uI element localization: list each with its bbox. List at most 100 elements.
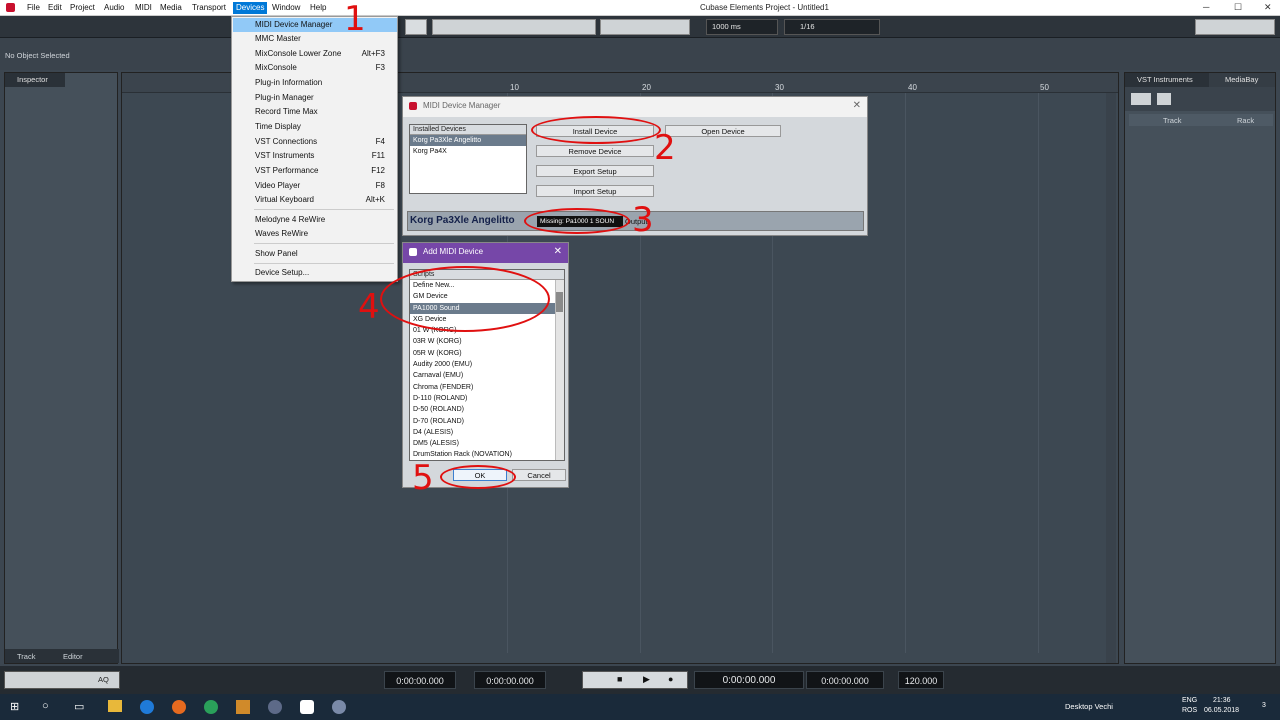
lang-eng[interactable]: ENG — [1182, 697, 1197, 704]
maximize-icon[interactable]: ☐ — [1234, 2, 1242, 13]
list-item[interactable]: DM5 (ALESIS) — [410, 438, 564, 449]
import-setup-button[interactable]: Import Setup — [536, 185, 654, 197]
notification-count[interactable]: 3 — [1262, 702, 1266, 709]
menu-item-waves-rewire[interactable]: Waves ReWire — [233, 227, 397, 241]
menu-edit[interactable]: Edit — [48, 3, 62, 12]
clock-time[interactable]: 21:36 — [1213, 697, 1231, 704]
remove-device-button[interactable]: Remove Device — [536, 145, 654, 157]
export-setup-button[interactable]: Export Setup — [536, 165, 654, 177]
vertical-scrollbar[interactable] — [1106, 93, 1116, 663]
menu-midi[interactable]: MIDI — [135, 3, 152, 12]
menu-item-show-panel[interactable]: Show Panel — [233, 247, 397, 261]
menu-item-plugin-manager[interactable]: Plug-in Manager — [233, 91, 397, 105]
menu-item-vst-performance[interactable]: VST Performance F12 — [233, 164, 397, 178]
dialog-titlebar[interactable]: Add MIDI Device ✕ — [403, 243, 568, 263]
list-item[interactable]: 03R W (KORG) — [410, 336, 564, 347]
close-icon[interactable]: ✕ — [1264, 2, 1272, 13]
app-icon[interactable] — [204, 700, 218, 714]
close-icon[interactable]: ✕ — [853, 100, 861, 111]
list-item[interactable]: D4 (ALESIS) — [410, 427, 564, 438]
menu-item-record-time-max[interactable]: Record Time Max — [233, 105, 397, 119]
stop-icon[interactable]: ■ — [617, 674, 622, 684]
secondary-time-display[interactable]: 0:00:00.000 — [806, 671, 884, 689]
menu-item-video-player[interactable]: Video Player F8 — [233, 179, 397, 193]
annotation-circle — [531, 116, 661, 144]
list-item[interactable]: Korg Pa4X — [410, 146, 526, 157]
tool-group[interactable] — [405, 19, 427, 35]
installed-devices-list[interactable]: Installed Devices Korg Pa3Xle Angelitto … — [409, 124, 527, 194]
firefox-icon[interactable] — [172, 700, 186, 714]
menu-item-mixconsole[interactable]: MixConsole F3 — [233, 61, 397, 75]
list-item[interactable]: D-110 (ROLAND) — [410, 393, 564, 404]
tab-editor[interactable]: Editor — [63, 652, 83, 661]
vst-instruments-panel: VST Instruments MediaBay Track Rack — [1124, 72, 1276, 664]
cancel-button[interactable]: Cancel — [512, 469, 566, 481]
menu-audio[interactable]: Audio — [104, 3, 124, 12]
edge-icon[interactable] — [140, 700, 154, 714]
tab-track[interactable]: Track — [17, 652, 35, 661]
open-device-button[interactable]: Open Device — [665, 125, 781, 137]
menu-item-midi-device-manager[interactable]: MIDI Device Manager — [233, 18, 397, 32]
scrollbar-thumb[interactable] — [556, 292, 563, 312]
tempo-display[interactable]: 120.000 — [898, 671, 944, 689]
menu-file[interactable]: File — [27, 3, 40, 12]
menu-item-vst-instruments[interactable]: VST Instruments F11 — [233, 149, 397, 163]
menu-item-vst-connections[interactable]: VST Connections F4 — [233, 135, 397, 149]
menu-project[interactable]: Project — [70, 3, 95, 12]
search-icon[interactable] — [1157, 93, 1171, 105]
quantize-box[interactable] — [784, 19, 880, 35]
menu-item-plugin-information[interactable]: Plug-in Information — [233, 76, 397, 90]
menu-help[interactable]: Help — [310, 3, 326, 12]
tab-vst-instruments[interactable]: VST Instruments — [1125, 73, 1209, 87]
tab-mediabay[interactable]: MediaBay — [1209, 73, 1275, 87]
annotation-number: 2 — [654, 128, 676, 168]
app-icon[interactable] — [236, 700, 250, 714]
tools-bar[interactable] — [432, 19, 596, 35]
list-item[interactable]: Audity 2000 (EMU) — [410, 359, 564, 370]
app-icon[interactable] — [268, 700, 282, 714]
list-item[interactable]: D-70 (ROLAND) — [410, 416, 564, 427]
menu-bar: File Edit Project Audio MIDI Media Trans… — [0, 0, 1280, 16]
menu-item-time-display[interactable]: Time Display — [233, 120, 397, 134]
play-icon[interactable]: ▶ — [643, 674, 650, 685]
clock-date[interactable]: 06.05.2018 — [1204, 707, 1239, 714]
menu-transport[interactable]: Transport — [192, 3, 226, 12]
add-instrument-button[interactable] — [1131, 93, 1151, 105]
snap-tools[interactable] — [600, 19, 690, 35]
menu-item-mmc-master[interactable]: MMC Master — [233, 32, 397, 46]
list-item[interactable]: Carnaval (EMU) — [410, 370, 564, 381]
menu-item-melodyne-rewire[interactable]: Melodyne 4 ReWire — [233, 213, 397, 227]
dialog-titlebar[interactable]: MIDI Device Manager ✕ — [403, 97, 867, 117]
inspector-panel: Inspector Track Editor — [4, 72, 119, 664]
transport-bar: AQ 0:00:00.000 0:00:00.000 ▶ ■ ● 0:00:00… — [0, 666, 1280, 694]
left-locator[interactable]: 0:00:00.000 — [384, 671, 456, 689]
menu-item-virtual-keyboard[interactable]: Virtual Keyboard Alt+K — [233, 193, 397, 207]
dialog-title: MIDI Device Manager — [423, 101, 501, 110]
menu-window[interactable]: Window — [272, 3, 300, 12]
menu-item-mixconsole-lower-zone[interactable]: MixConsole Lower Zone Alt+F3 — [233, 47, 397, 61]
right-locator[interactable]: 0:00:00.000 — [474, 671, 546, 689]
minimize-icon[interactable]: ─ — [1203, 2, 1209, 12]
tab-inspector[interactable]: Inspector — [5, 73, 65, 87]
menu-media[interactable]: Media — [160, 3, 182, 12]
list-item[interactable]: D-50 (ROLAND) — [410, 404, 564, 415]
aq-label[interactable]: AQ — [98, 675, 109, 684]
menu-item-device-setup[interactable]: Device Setup... — [233, 266, 397, 280]
cubase-taskbar-icon[interactable] — [300, 700, 314, 714]
search-icon[interactable]: ○ — [42, 700, 49, 712]
layout-buttons[interactable] — [1195, 19, 1275, 35]
primary-time-display[interactable]: 0:00:00.000 — [694, 671, 804, 689]
record-icon[interactable]: ● — [668, 674, 673, 684]
close-icon[interactable]: ✕ — [554, 246, 562, 257]
list-item[interactable]: 05R W (KORG) — [410, 348, 564, 359]
cubase-logo-icon — [409, 102, 417, 110]
list-item[interactable]: Korg Pa3Xle Angelitto — [410, 135, 526, 147]
list-item[interactable]: Chroma (FENDER) — [410, 382, 564, 393]
file-explorer-icon[interactable] — [108, 700, 122, 712]
taskview-icon[interactable]: ▭ — [74, 700, 84, 713]
menu-devices[interactable]: Devices — [233, 2, 268, 14]
windows-start-icon[interactable]: ⊞ — [10, 700, 19, 713]
lang-ros[interactable]: ROS — [1182, 707, 1197, 714]
desktop-label[interactable]: Desktop Vechi — [1065, 702, 1113, 711]
app-icon[interactable] — [332, 700, 346, 714]
